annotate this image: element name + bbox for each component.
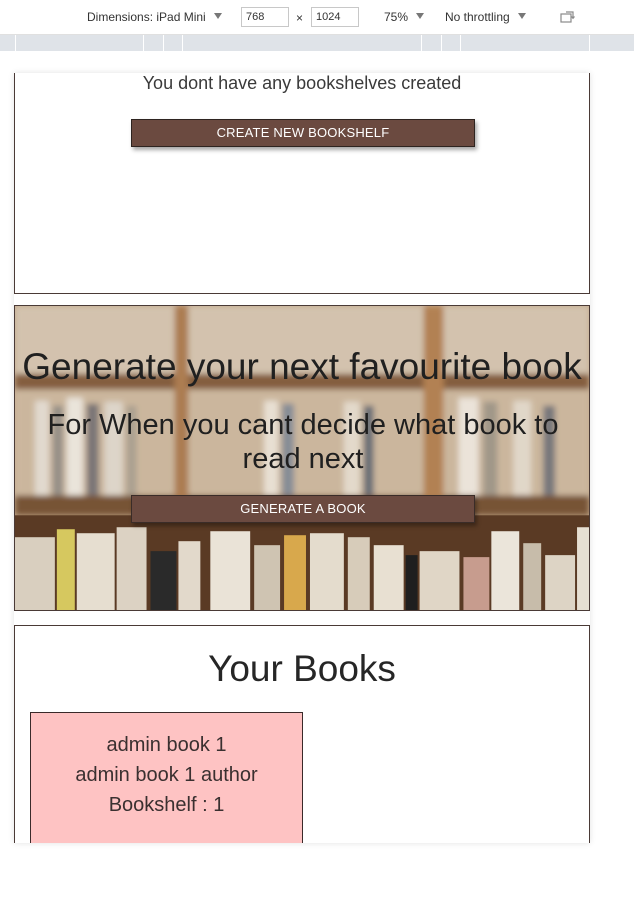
zoom-label: 75%: [384, 10, 409, 24]
throttling-label: No throttling: [445, 10, 510, 24]
dimensions-dropdown[interactable]: Dimensions: iPad Mini: [87, 10, 222, 24]
ruler-divider: [143, 35, 144, 51]
book-shelf: Bookshelf : 1: [108, 794, 225, 816]
height-input[interactable]: [311, 7, 359, 27]
ruler-divider: [441, 35, 442, 51]
book-title: admin book 1: [106, 734, 227, 756]
your-books-title: Your Books: [208, 648, 396, 689]
create-bookshelf-button[interactable]: CREATE NEW BOOKSHELF: [131, 119, 475, 147]
book-generator-panel: Generate your next favourite book For Wh…: [14, 305, 590, 611]
generator-title: Generate your next favourite book: [22, 346, 582, 387]
dimensions-label: Dimensions: iPad Mini: [87, 10, 206, 24]
empty-bookshelves-message: You dont have any bookshelves created: [142, 73, 462, 93]
ruler-divider: [421, 35, 422, 51]
device-toolbar: Dimensions: iPad Mini × 75% No throttlin…: [0, 0, 634, 35]
ruler-divider: [589, 35, 590, 51]
dimension-separator: ×: [296, 11, 304, 25]
media-query-ruler[interactable]: [0, 35, 634, 51]
generate-book-button[interactable]: GENERATE A BOOK: [131, 495, 475, 523]
rotate-icon[interactable]: [560, 10, 576, 23]
chevron-down-icon: [213, 13, 222, 19]
ruler-divider: [163, 35, 164, 51]
chevron-down-icon: [517, 13, 526, 19]
book-author: admin book 1 author: [75, 764, 258, 786]
book-card[interactable]: admin book 1 admin book 1 author Bookshe…: [30, 712, 303, 843]
zoom-dropdown[interactable]: 75%: [384, 10, 425, 24]
emulated-viewport: You dont have any bookshelves created CR…: [14, 73, 590, 843]
generator-subtitle: For When you cant decide what book to re…: [47, 409, 559, 475]
bookshelves-panel: You dont have any bookshelves created CR…: [14, 73, 590, 294]
ruler-divider: [15, 35, 16, 51]
ruler-divider: [460, 35, 461, 51]
your-books-panel: Your Books admin book 1 admin book 1 aut…: [14, 625, 590, 843]
ruler-divider: [182, 35, 183, 51]
chevron-down-icon: [416, 13, 425, 19]
width-input[interactable]: [241, 7, 289, 27]
throttling-dropdown[interactable]: No throttling: [445, 10, 526, 24]
